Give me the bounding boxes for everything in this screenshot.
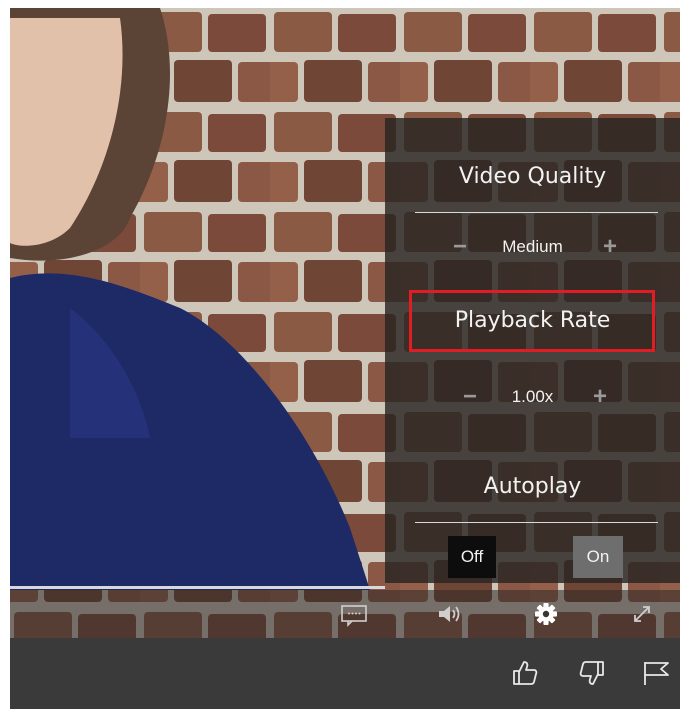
video-player[interactable]: Video Quality − Medium + Playback Rate −… [10, 8, 680, 638]
thumbs-down-icon[interactable] [577, 658, 607, 688]
flag-icon[interactable] [640, 658, 670, 688]
settings-panel: Video Quality − Medium + Playback Rate −… [385, 118, 680, 583]
thumbs-up-icon[interactable] [510, 658, 540, 688]
video-quality-stepper: − Medium + [385, 232, 680, 262]
autoplay-on-button[interactable]: On [573, 536, 623, 578]
autoplay-off-button[interactable]: Off [448, 536, 496, 578]
video-action-bar [10, 638, 680, 709]
divider [415, 212, 658, 213]
rate-increase-button[interactable]: + [585, 382, 615, 412]
playback-rate-value: 1.00x [511, 387, 554, 406]
settings-gear-icon[interactable] [530, 598, 562, 630]
captions-icon[interactable] [338, 598, 370, 630]
volume-icon[interactable] [433, 598, 465, 630]
quality-increase-button[interactable]: + [595, 232, 625, 262]
playback-rate-title: Playback Rate [454, 308, 611, 333]
progress-bar[interactable] [10, 586, 385, 589]
autoplay-title: Autoplay [483, 474, 582, 499]
player-control-bar [10, 590, 680, 638]
fullscreen-icon[interactable] [626, 598, 658, 630]
playback-rate-stepper: − 1.00x + [385, 382, 680, 412]
divider [415, 522, 658, 523]
video-quality-value: Medium [502, 237, 563, 256]
video-quality-title: Video Quality [458, 164, 607, 189]
